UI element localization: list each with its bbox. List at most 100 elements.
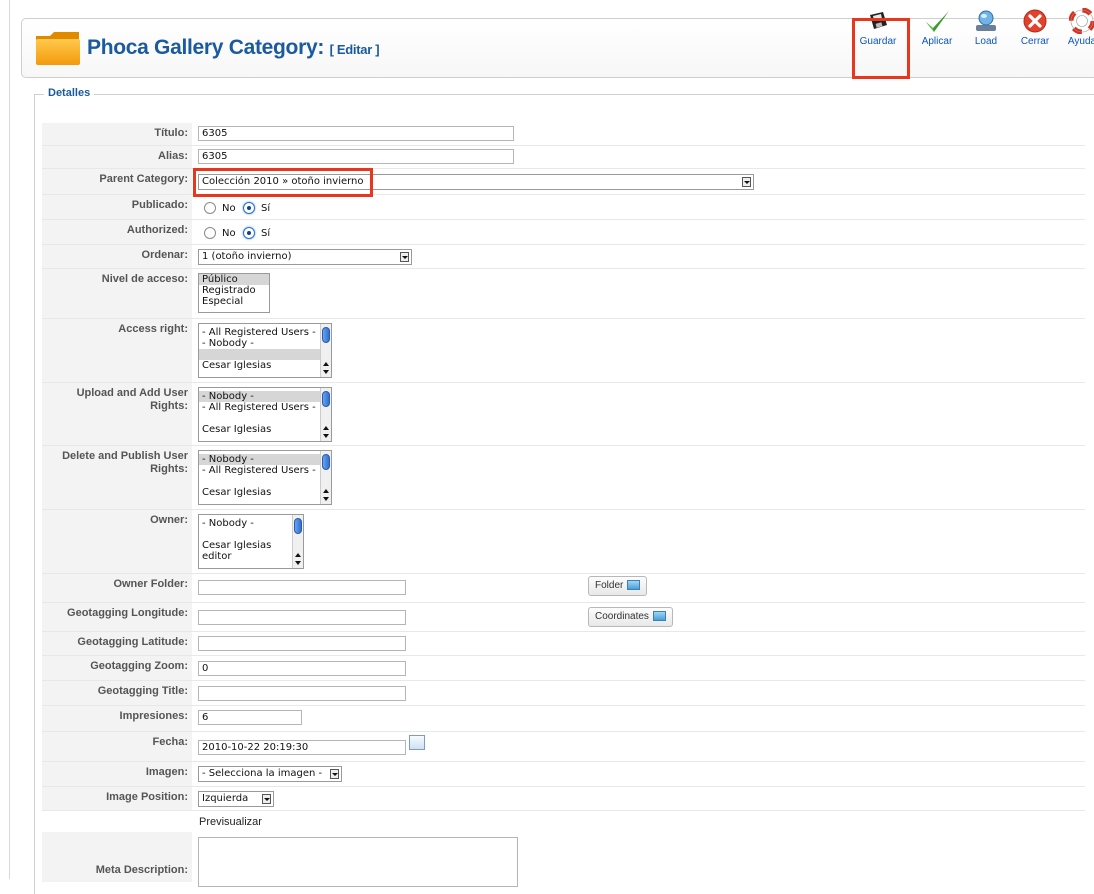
save-highlight-box <box>852 18 910 79</box>
list-item[interactable]: - All Registered Users - <box>199 402 331 413</box>
geo-latitude-input[interactable] <box>198 636 406 651</box>
row-geo-zoom: Geotagging Zoom: 0 <box>42 656 1085 681</box>
ordenar-label: Ordenar: <box>42 245 192 268</box>
nivel-acceso-listbox[interactable]: Público Registrado Especial <box>198 273 270 313</box>
apply-check-icon <box>926 11 949 32</box>
calendar-icon[interactable] <box>409 735 425 750</box>
access-right-label: Access right: <box>42 319 192 382</box>
authorized-no-radio[interactable] <box>204 227 216 239</box>
parent-highlight-box <box>193 168 373 197</box>
folder-button[interactable]: Folder <box>588 576 648 596</box>
list-item[interactable]: Cesar Iglesias <box>199 424 331 435</box>
row-geo-longitude: Geotagging Longitude: Coordinates <box>42 603 1085 632</box>
row-geo-title: Geotagging Title: <box>42 681 1085 706</box>
row-fecha: Fecha: 2010-10-22 20:19:30 <box>42 732 1085 762</box>
publicado-no-radio[interactable] <box>204 202 216 214</box>
ordenar-select[interactable]: 1 (otoño invierno) <box>198 249 412 265</box>
list-item[interactable]: Público <box>199 274 269 285</box>
load-globe-icon <box>976 10 996 31</box>
apply-button[interactable]: Aplicar <box>914 4 960 54</box>
owner-listbox[interactable]: - Nobody - Cesar Iglesias editor <box>198 514 304 569</box>
scrollbar[interactable] <box>320 451 331 504</box>
geo-title-label: Geotagging Title: <box>42 681 192 705</box>
list-item[interactable]: Registrado <box>199 285 269 296</box>
list-item[interactable]: Especial <box>199 296 269 307</box>
image-position-select[interactable]: Izquierda <box>198 791 274 807</box>
publicado-si-label: Sí <box>261 203 271 214</box>
list-item[interactable]: - Nobody - <box>199 454 331 465</box>
row-publicado: Publicado: No Sí <box>42 195 1085 220</box>
geo-longitude-label: Geotagging Longitude: <box>42 603 192 631</box>
titulo-label: Título: <box>42 123 192 145</box>
list-item[interactable] <box>199 476 331 487</box>
row-ordenar: Ordenar: 1 (otoño invierno) <box>42 245 1085 269</box>
list-item[interactable]: - All Registered Users - <box>199 465 331 476</box>
authorized-si-radio[interactable] <box>243 227 255 239</box>
chevron-down-icon <box>262 794 271 804</box>
titulo-input[interactable]: 6305 <box>198 126 514 141</box>
geo-zoom-input[interactable]: 0 <box>198 661 406 676</box>
row-imagen: Imagen: - Selecciona la imagen - <box>42 762 1085 787</box>
page-title: Phoca Gallery Category: [ Editar ] <box>87 36 380 60</box>
chevron-down-icon <box>400 252 409 262</box>
nivel-acceso-label: Nivel de acceso: <box>42 269 192 318</box>
chevron-down-icon <box>330 769 339 779</box>
owner-folder-input[interactable] <box>198 580 406 595</box>
image-position-label: Image Position: <box>42 787 192 810</box>
close-button[interactable]: Cerrar <box>1016 4 1054 54</box>
page-task-label: [ Editar ] <box>329 42 380 57</box>
authorized-si-label: Sí <box>261 228 271 239</box>
geo-latitude-label: Geotagging Latitude: <box>42 632 192 655</box>
alias-label: Alias: <box>42 146 192 168</box>
list-item[interactable] <box>199 529 303 540</box>
list-item[interactable]: - Nobody - <box>199 338 331 349</box>
list-item[interactable]: Cesar Iglesias <box>199 360 331 371</box>
publicado-no-label: No <box>222 203 236 214</box>
list-item[interactable]: - All Registered Users - <box>199 327 331 338</box>
scrollbar[interactable] <box>320 324 331 377</box>
folder-icon <box>36 32 80 65</box>
row-owner-folder: Owner Folder: Folder <box>42 574 1085 603</box>
row-titulo: Título: 6305 <box>42 123 1085 146</box>
alias-input[interactable]: 6305 <box>198 149 514 164</box>
list-item[interactable] <box>199 413 331 424</box>
access-right-listbox[interactable]: - All Registered Users - - Nobody - Cesa… <box>198 323 332 378</box>
imagen-select[interactable]: - Selecciona la imagen - <box>198 766 342 782</box>
list-item[interactable]: Cesar Iglesias <box>199 540 303 551</box>
owner-folder-label: Owner Folder: <box>42 574 192 602</box>
row-image-position: Image Position: Izquierda <box>42 787 1085 811</box>
parent-category-label: Parent Category: <box>42 169 192 194</box>
row-access-right: Access right: - All Registered Users - -… <box>42 319 1085 383</box>
upload-rights-listbox[interactable]: - Nobody - - All Registered Users - Cesa… <box>198 387 332 442</box>
impresiones-label: Impresiones: <box>42 706 192 731</box>
close-button-label: Cerrar <box>1020 36 1050 47</box>
owner-label: Owner: <box>42 510 192 573</box>
geo-longitude-input[interactable] <box>198 610 406 625</box>
list-item[interactable]: - Nobody - <box>199 518 303 529</box>
meta-description-textarea[interactable] <box>198 837 518 887</box>
list-item[interactable]: - Nobody - <box>199 391 331 402</box>
previsualizar-text: Previsualizar <box>199 816 262 828</box>
authorized-no-label: No <box>222 228 236 239</box>
impresiones-input[interactable]: 6 <box>198 710 302 725</box>
list-item[interactable] <box>199 349 331 360</box>
row-geo-latitude: Geotagging Latitude: <box>42 632 1085 656</box>
ordenar-value: 1 (otoño invierno) <box>202 251 292 262</box>
geo-title-input[interactable] <box>198 686 406 701</box>
scrollbar[interactable] <box>292 515 303 568</box>
list-item[interactable]: editor <box>199 551 303 562</box>
load-button-label: Load <box>974 36 998 47</box>
delete-rights-label: Delete and Publish User Rights: <box>42 446 192 509</box>
scrollbar[interactable] <box>320 388 331 441</box>
authorized-label: Authorized: <box>42 220 192 244</box>
page-title-text: Phoca Gallery Category: <box>87 36 325 59</box>
help-lifebuoy-icon <box>1069 8 1094 34</box>
fecha-input[interactable]: 2010-10-22 20:19:30 <box>198 740 406 755</box>
coordinates-button[interactable]: Coordinates <box>588 607 673 627</box>
list-item[interactable]: Cesar Iglesias <box>199 487 331 498</box>
delete-rights-listbox[interactable]: - Nobody - - All Registered Users - Cesa… <box>198 450 332 505</box>
row-nivel-acceso: Nivel de acceso: Público Registrado Espe… <box>42 269 1085 319</box>
help-button[interactable]: Ayuda <box>1064 4 1094 54</box>
publicado-si-radio[interactable] <box>243 202 255 214</box>
load-button[interactable]: Load <box>968 4 1004 54</box>
